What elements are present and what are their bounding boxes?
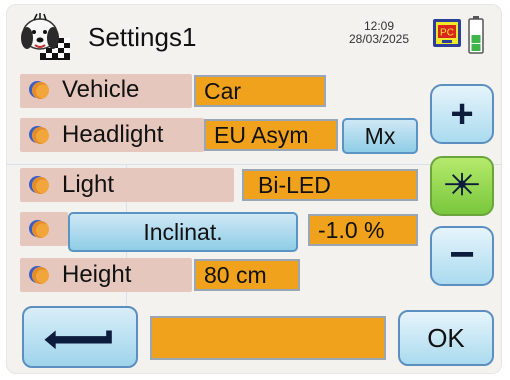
inclination-value[interactable]: -1.0 % <box>308 214 418 246</box>
light-toggle-button[interactable] <box>430 156 494 216</box>
datetime-display: 12:09 28/03/2025 <box>334 20 424 46</box>
page-title: Settings1 <box>88 22 197 52</box>
vehicle-label: Vehicle <box>62 76 140 103</box>
vehicle-radio[interactable] <box>32 82 49 99</box>
inclination-button[interactable]: Inclinat. <box>68 212 298 252</box>
decrease-button[interactable]: − <box>430 226 494 286</box>
height-label: Height <box>62 261 132 288</box>
increase-button[interactable]: + <box>430 84 494 144</box>
device-screen: Settings1 12:09 28/03/2025 PC Vehicle Ca… <box>6 4 502 374</box>
inclination-radio[interactable] <box>32 221 49 238</box>
headlight-radio[interactable] <box>32 127 49 144</box>
back-button[interactable] <box>22 306 138 368</box>
minus-icon: − <box>449 230 475 279</box>
plus-icon: + <box>450 92 474 136</box>
light-beam-icon <box>445 172 479 196</box>
light-label: Light <box>62 171 115 198</box>
status-badge: PC <box>440 28 454 39</box>
header-bar: Settings1 12:09 28/03/2025 PC <box>6 4 502 70</box>
battery-icon <box>468 16 484 54</box>
light-radio[interactable] <box>32 177 49 194</box>
light-value[interactable]: Bi-LED <box>242 169 418 201</box>
headlight-value[interactable]: EU Asym <box>204 119 338 151</box>
light-label-cell[interactable] <box>20 168 234 202</box>
headlight-mx-button[interactable]: Mx <box>342 118 418 154</box>
vehicle-value[interactable]: Car <box>194 75 326 107</box>
ok-button[interactable]: OK <box>398 310 494 366</box>
pc-badge-icon: PC <box>433 19 461 47</box>
height-radio[interactable] <box>32 267 49 284</box>
background-line <box>6 164 502 165</box>
status-message-field <box>150 316 386 360</box>
clock-date: 28/03/2025 <box>348 32 410 46</box>
headlight-label: Headlight <box>62 121 164 148</box>
height-value[interactable]: 80 cm <box>194 259 300 291</box>
back-arrow-icon <box>44 330 112 350</box>
dog-logo-icon <box>21 13 70 60</box>
